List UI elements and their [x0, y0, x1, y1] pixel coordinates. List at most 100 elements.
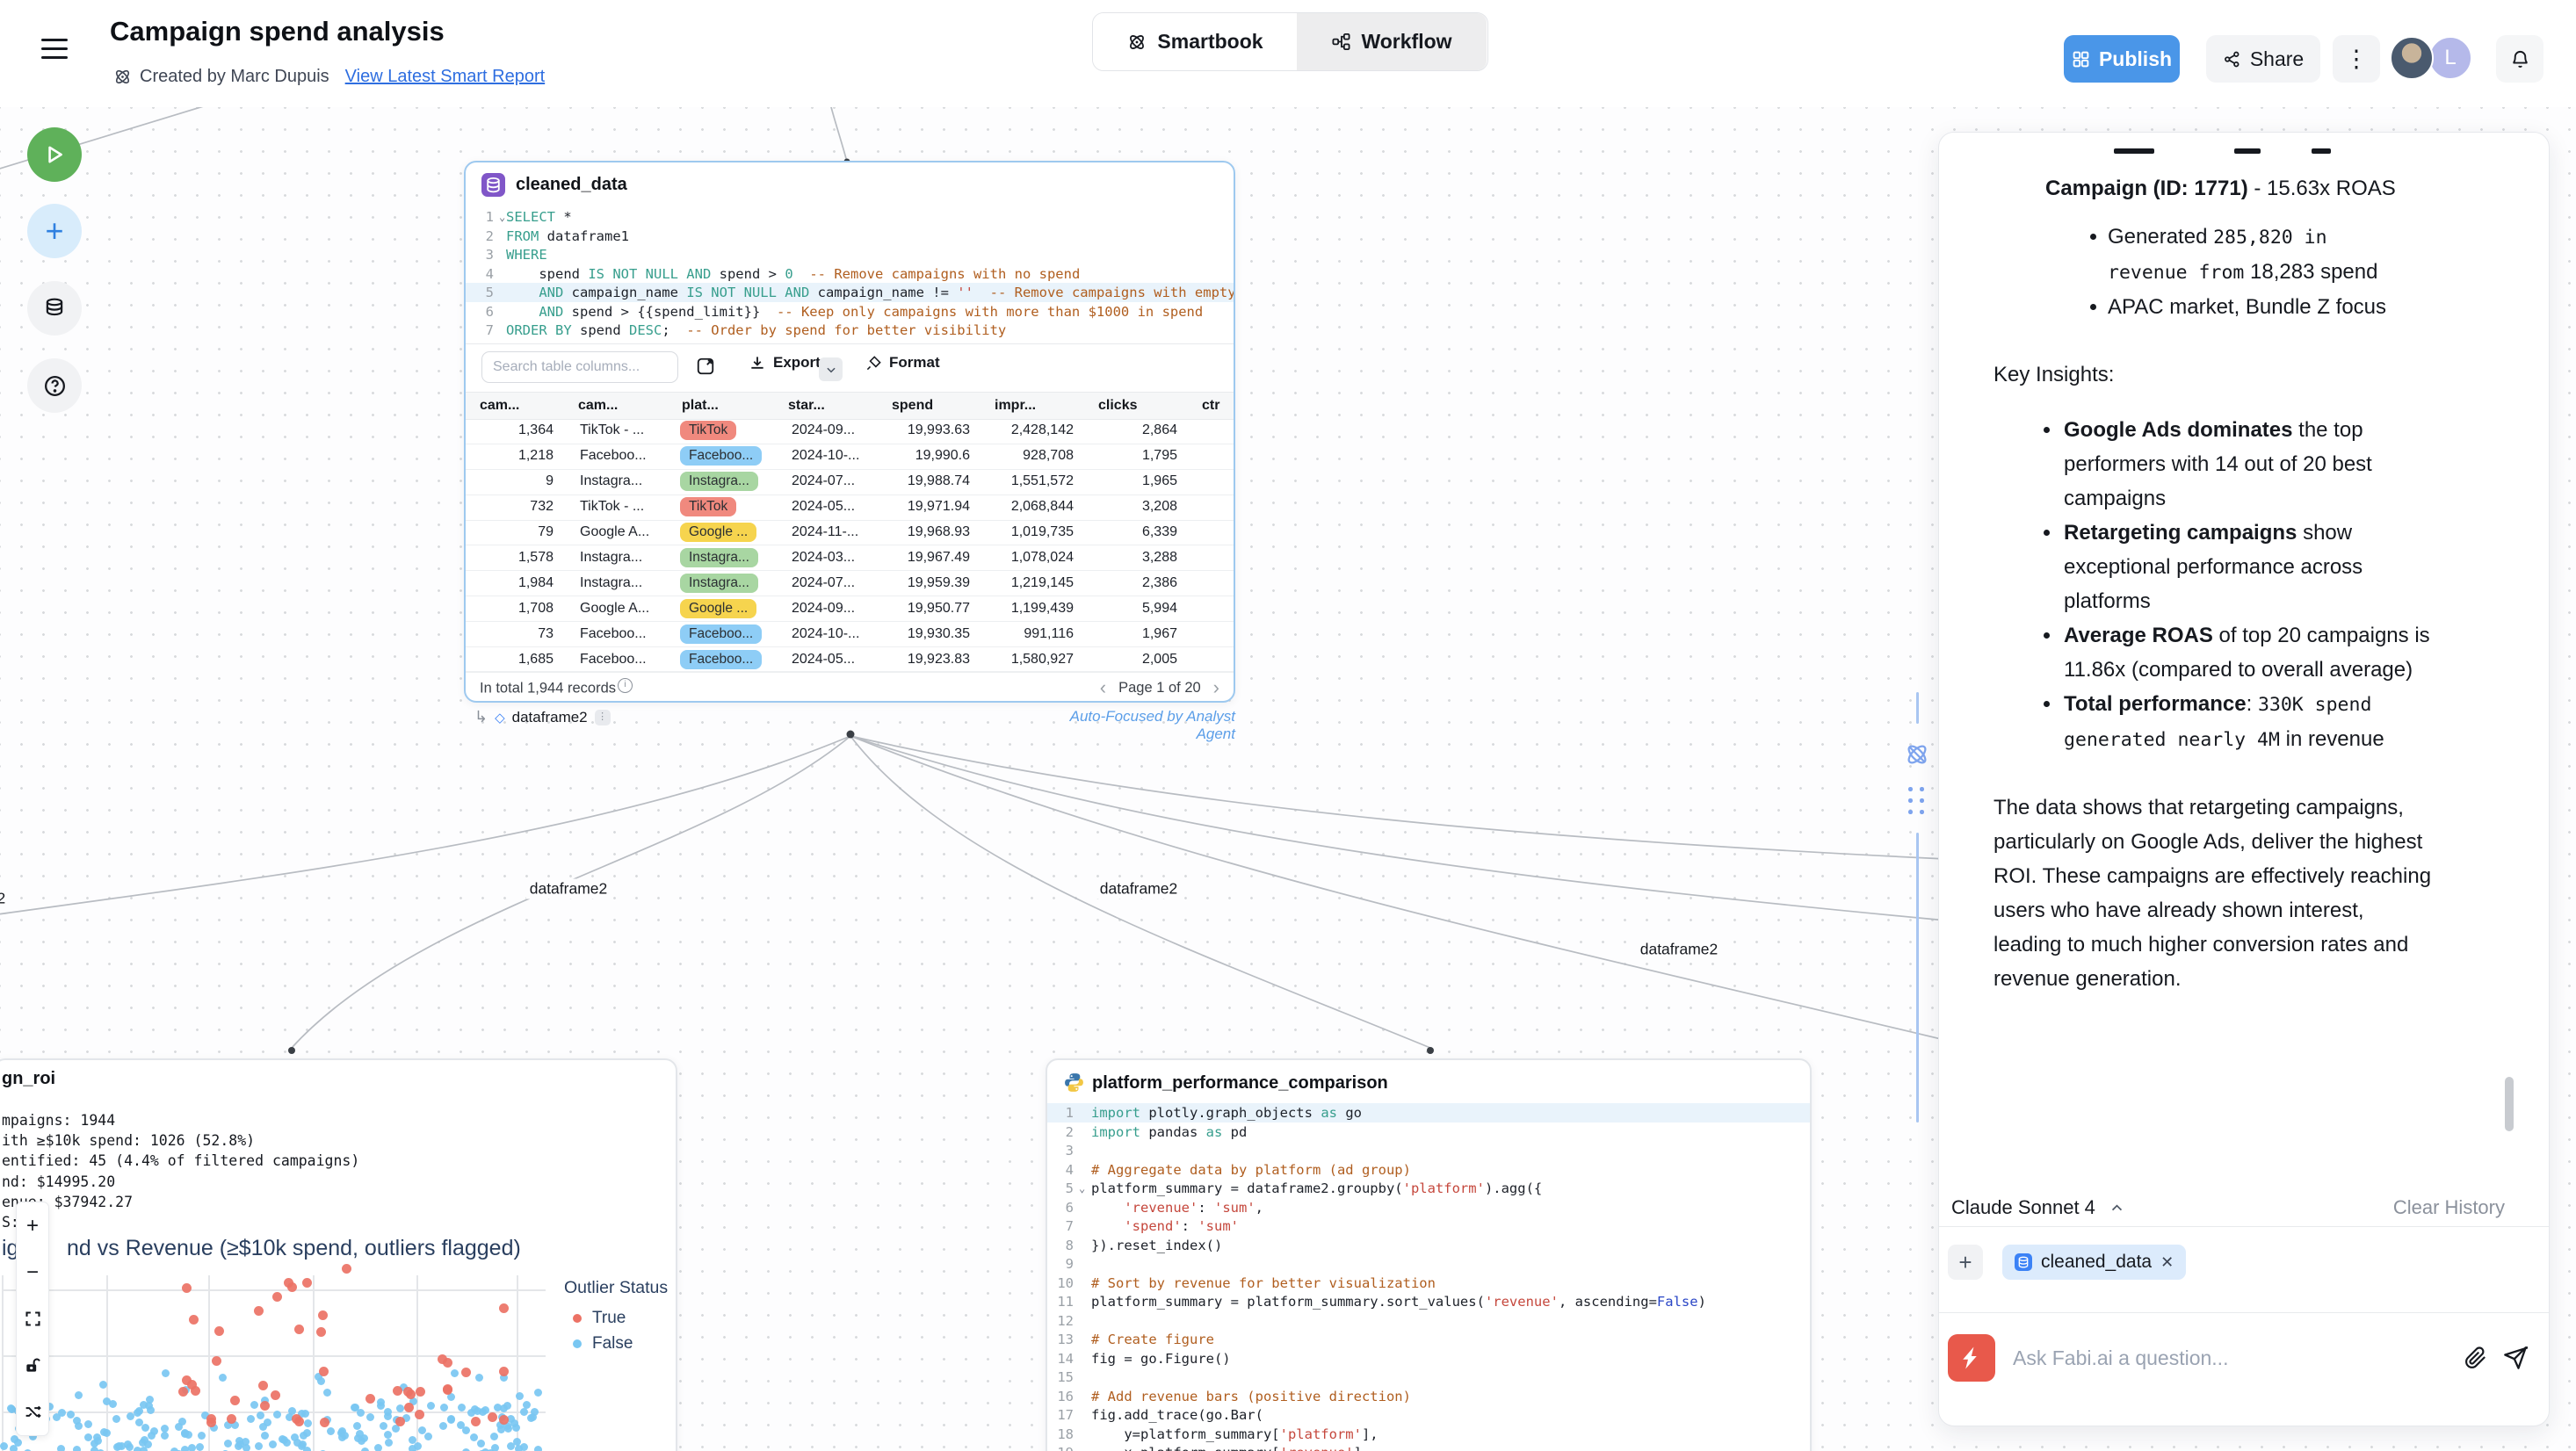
code-line[interactable]: 1⌄SELECT * — [466, 207, 1234, 227]
zoom-out-button[interactable]: − — [17, 1249, 48, 1296]
data-sources-button[interactable] — [27, 281, 82, 336]
column-header[interactable]: cam... — [564, 398, 668, 414]
fold-caret-icon[interactable]: ⌄ — [1079, 1179, 1085, 1198]
help-button[interactable] — [27, 358, 82, 413]
unlock-axes-button[interactable] — [17, 1342, 48, 1389]
code-line[interactable]: 6 AND spend > {{spend_limit}} -- Keep on… — [466, 302, 1234, 321]
clear-history-button[interactable]: Clear History — [2393, 1196, 2505, 1219]
code-line[interactable]: 3WHERE — [466, 245, 1234, 264]
more-options-button[interactable]: ⋮ — [2333, 35, 2380, 83]
table-row[interactable]: 79Google A...Google ...2024-11-...19,968… — [466, 520, 1234, 546]
format-button[interactable]: Format — [865, 354, 940, 372]
code-line[interactable]: 5⌄platform_summary = dataframe2.groupby(… — [1047, 1179, 1810, 1198]
avatar-user-photo[interactable] — [2390, 36, 2434, 80]
prev-page-button[interactable]: ‹ — [1100, 678, 1106, 697]
chart-legend[interactable]: Outlier Status True False — [564, 1278, 668, 1360]
context-chip-cleaned-data[interactable]: cleaned_data ✕ — [2002, 1245, 2186, 1280]
code-line[interactable]: 7ORDER BY spend DESC; -- Order by spend … — [466, 321, 1234, 340]
table-row[interactable]: 9Instagra...Instagra...2024-07...19,988.… — [466, 469, 1234, 495]
notifications-button[interactable] — [2496, 35, 2543, 83]
attach-file-button[interactable] — [2464, 1346, 2487, 1369]
node-platform-performance-comparison[interactable]: platform_performance_comparison 1import … — [1046, 1058, 1812, 1451]
legend-item-false[interactable]: False — [564, 1334, 668, 1354]
scatter-point — [490, 1433, 498, 1440]
code-line[interactable]: 18 y=platform_summary['platform'], — [1047, 1425, 1810, 1444]
model-selector[interactable]: Claude Sonnet 4 — [1951, 1196, 2124, 1219]
chat-input[interactable] — [2011, 1346, 2449, 1371]
code-line[interactable]: 16# Add revenue bars (positive direction… — [1047, 1387, 1810, 1406]
column-header[interactable]: cam... — [466, 398, 564, 414]
platform-badge: Instagra... — [680, 472, 758, 491]
scatter-point — [395, 1417, 405, 1426]
table-row[interactable]: 1,364TikTok - ...TikTok2024-09...19,993.… — [466, 418, 1234, 444]
table-cell: 1,578 — [466, 550, 564, 566]
chat-scrollbar[interactable] — [2505, 1077, 2514, 1131]
table-row[interactable]: 1,218Faceboo...Faceboo...2024-10-...19,9… — [466, 444, 1234, 470]
code-line[interactable]: 13# Create figure — [1047, 1330, 1810, 1349]
table-row[interactable]: 1,578Instagra...Instagra...2024-03...19,… — [466, 545, 1234, 572]
chat-message-area[interactable]: Campaign (ID: 1771) - 15.63x ROASGenerat… — [1939, 133, 2549, 1182]
node-cleaned-data[interactable]: cleaned_data 1⌄SELECT *2FROM dataframe13… — [464, 161, 1235, 703]
drag-handle-icon[interactable] — [1908, 787, 1925, 815]
column-header[interactable]: star... — [774, 398, 878, 414]
send-button[interactable] — [2503, 1346, 2528, 1370]
autoscale-button[interactable] — [17, 1296, 48, 1342]
column-header[interactable]: ctr — [1188, 398, 1234, 414]
code-line[interactable]: 4# Aggregate data by platform (ad group) — [1047, 1160, 1810, 1180]
column-header[interactable]: plat... — [668, 398, 774, 414]
code-line[interactable]: 4 spend IS NOT NULL AND spend > 0 -- Rem… — [466, 264, 1234, 284]
shuffle-button[interactable] — [17, 1389, 48, 1435]
code-line[interactable]: 17fig.add_trace(go.Bar( — [1047, 1405, 1810, 1425]
column-header[interactable]: spend — [878, 398, 980, 414]
node-campaign-roi[interactable]: gn_roi mpaigns: 1944ith ≥$10k spend: 102… — [0, 1058, 677, 1451]
table-row[interactable]: 1,708Google A...Google ...2024-09...19,9… — [466, 596, 1234, 622]
code-line[interactable]: 8}).reset_index() — [1047, 1236, 1810, 1255]
menu-icon[interactable] — [41, 39, 68, 61]
column-header[interactable]: clicks — [1084, 398, 1188, 414]
code-line[interactable]: 2import pandas as pd — [1047, 1123, 1810, 1142]
code-line[interactable]: 7 'spend': 'sum' — [1047, 1216, 1810, 1236]
table-cell: 1,685 — [466, 652, 564, 668]
next-page-button[interactable]: › — [1213, 678, 1219, 697]
code-line[interactable]: 14fig = go.Figure() — [1047, 1349, 1810, 1368]
avatar-user-l[interactable]: L — [2428, 36, 2472, 80]
smartbook-atom-icon[interactable] — [1903, 740, 1931, 769]
export-button[interactable]: Export — [749, 354, 821, 372]
scatter-point — [115, 1442, 123, 1450]
table-row[interactable]: 1,984Instagra...Instagra...2024-07...19,… — [466, 570, 1234, 596]
code-line[interactable]: 15 — [1047, 1368, 1810, 1387]
export-options-button[interactable] — [819, 357, 843, 381]
code-line[interactable]: 5 AND campaign_name IS NOT NULL AND camp… — [466, 283, 1234, 302]
fold-caret-icon[interactable]: ⌄ — [499, 207, 505, 227]
run-workflow-button[interactable] — [27, 127, 82, 182]
chip-menu-icon[interactable]: ⋮ — [595, 710, 611, 726]
code-line[interactable]: 3 — [1047, 1141, 1810, 1160]
tab-workflow[interactable]: Workflow — [1297, 13, 1487, 70]
search-input[interactable] — [481, 351, 678, 383]
table-cell: 1,708 — [466, 601, 564, 617]
tab-smartbook[interactable]: Smartbook — [1093, 13, 1297, 70]
share-button[interactable]: Share — [2206, 35, 2320, 83]
output-dataframe-chip[interactable]: ↳ ◇ dataframe2 ⋮ — [474, 708, 611, 726]
publish-button[interactable]: Publish — [2064, 35, 2180, 83]
table-row[interactable]: 732TikTok - ...TikTok2024-05...19,971.94… — [466, 494, 1234, 521]
code-line[interactable]: 6 'revenue': 'sum', — [1047, 1198, 1810, 1217]
code-line[interactable]: 12 — [1047, 1311, 1810, 1331]
code-line[interactable]: 9 — [1047, 1254, 1810, 1274]
code-line[interactable]: 1import plotly.graph_objects as go — [1047, 1103, 1810, 1123]
legend-item-true[interactable]: True — [564, 1309, 668, 1328]
table-row[interactable]: 73Faceboo...Faceboo...2024-10-...19,930.… — [466, 621, 1234, 647]
view-smart-report-link[interactable]: View Latest Smart Report — [345, 67, 546, 87]
info-icon[interactable]: i — [618, 678, 633, 693]
code-line[interactable]: 10# Sort by revenue for better visualiza… — [1047, 1274, 1810, 1293]
remove-chip-icon[interactable]: ✕ — [2160, 1253, 2174, 1272]
code-line[interactable]: 2FROM dataframe1 — [466, 227, 1234, 246]
code-line[interactable]: 11platform_summary = platform_summary.so… — [1047, 1292, 1810, 1311]
add-node-button[interactable]: + — [27, 204, 82, 258]
code-line[interactable]: 19 x=platform_summary['revenue'], — [1047, 1443, 1810, 1451]
zoom-in-button[interactable]: + — [17, 1202, 48, 1249]
column-header[interactable]: impr... — [980, 398, 1084, 414]
table-row[interactable]: 1,685Faceboo...Faceboo...2024-05...19,92… — [466, 646, 1234, 673]
expand-table-icon[interactable] — [696, 357, 715, 376]
add-context-button[interactable]: + — [1948, 1245, 1983, 1280]
